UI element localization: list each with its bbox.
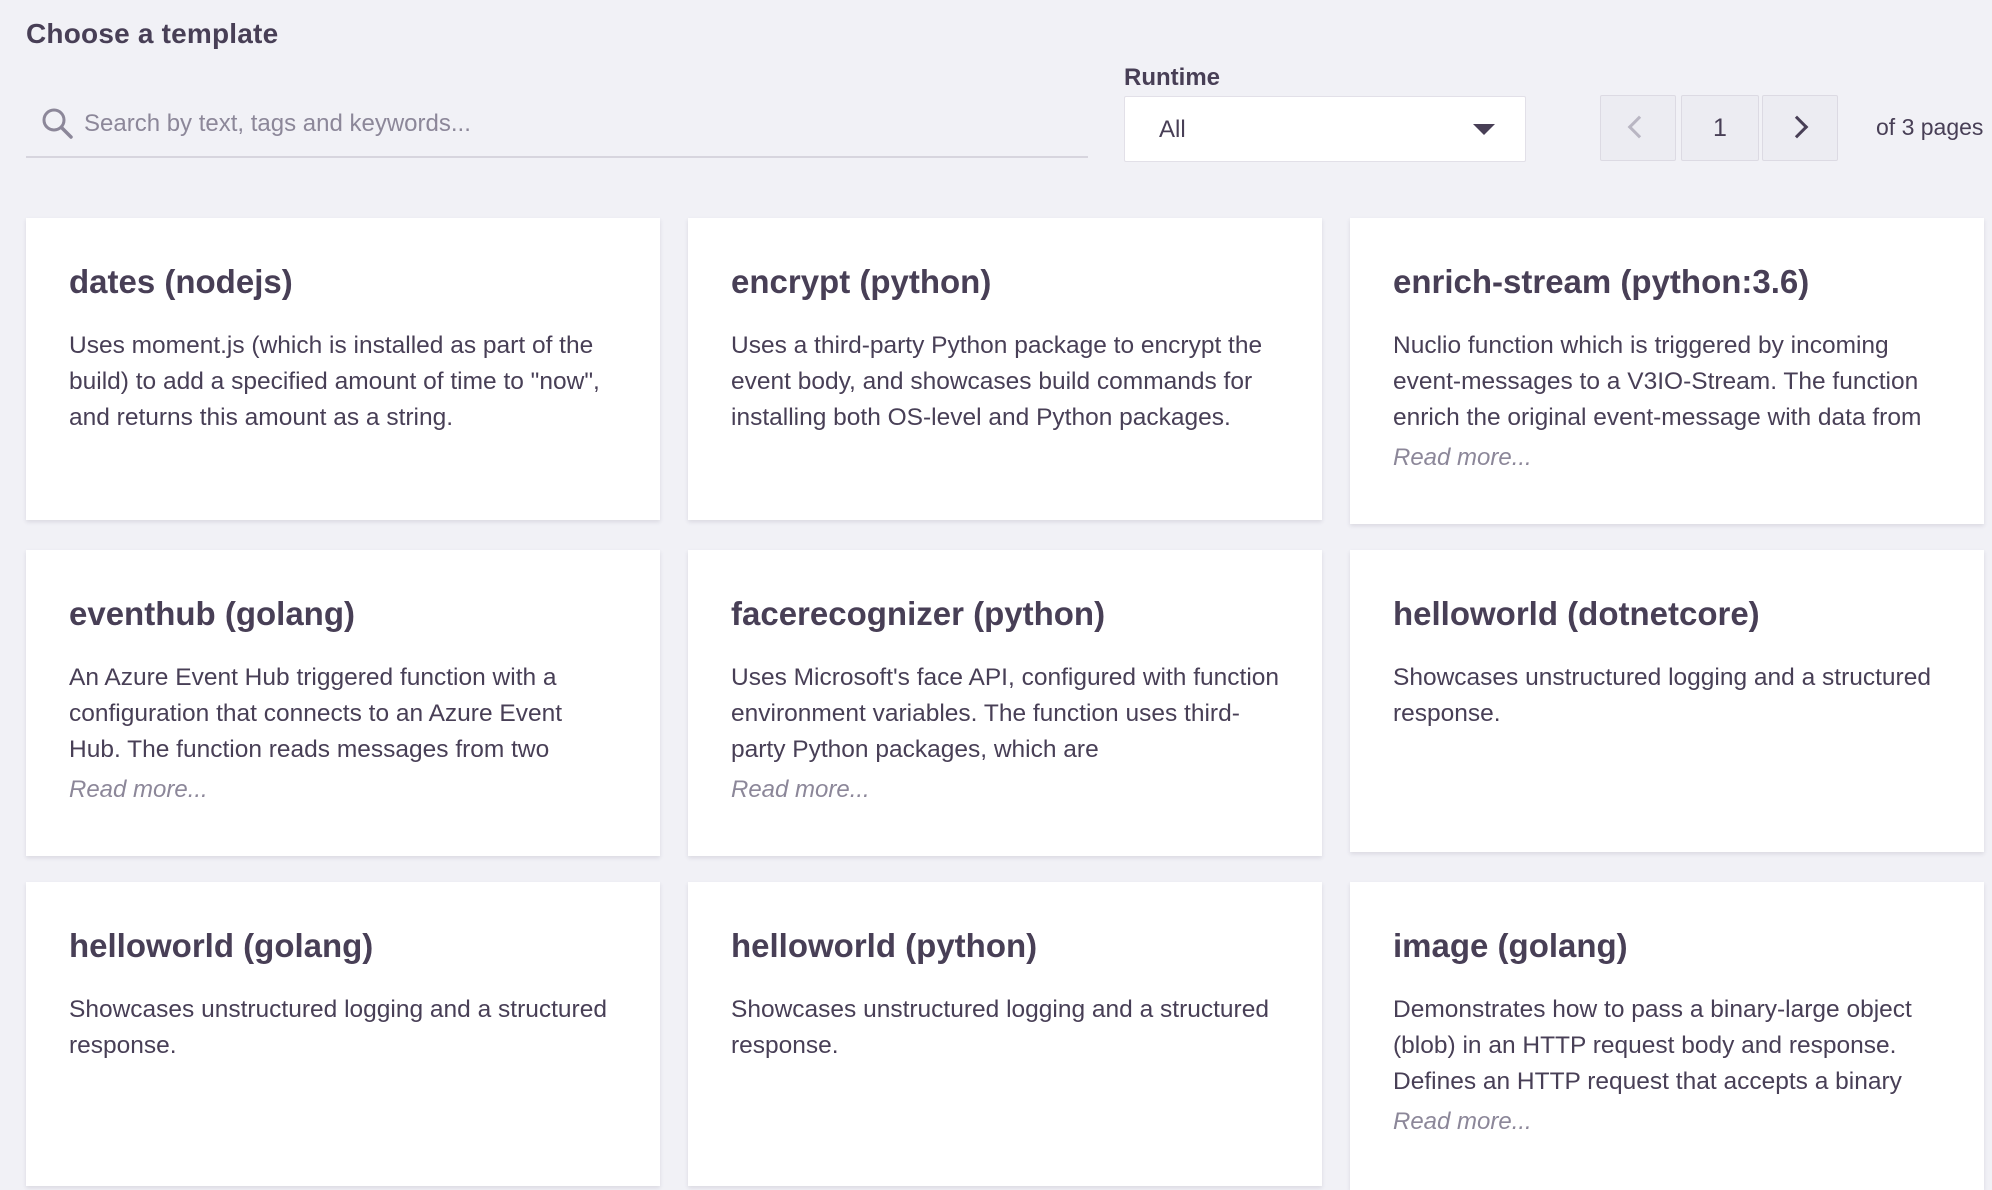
template-card[interactable]: enrich-stream (python:3.6) Nuclio functi… [1350,218,1984,524]
search-icon [42,108,73,139]
card-title: facerecognizer (python) [731,595,1106,632]
runtime-selected-value: All [1159,116,1186,143]
template-card[interactable]: helloworld (dotnetcore) Showcases unstru… [1350,550,1984,852]
template-card[interactable]: helloworld (python) Showcases unstructur… [688,882,1322,1186]
read-more-link[interactable]: Read more... [731,772,1279,808]
template-card[interactable]: encrypt (python) Uses a third-party Pyth… [688,218,1322,520]
card-description: Uses moment.js (which is installed as pa… [69,332,600,431]
card-description: Demonstrates how to pass a binary-large … [1393,996,1912,1095]
read-more-link[interactable]: Read more... [1393,1104,1941,1140]
card-description: Showcases unstructured logging and a str… [69,996,607,1059]
card-description: Uses a third-party Python package to enc… [731,332,1263,431]
runtime-label: Runtime [1124,64,1220,91]
current-page-input[interactable]: 1 [1681,95,1759,161]
chevron-left-icon [1627,115,1651,139]
card-title: dates (nodejs) [69,263,293,300]
previous-page-button[interactable] [1600,95,1676,161]
card-title: image (golang) [1393,927,1628,964]
card-title: encrypt (python) [731,263,992,300]
chevron-right-icon [1785,115,1809,139]
card-description: Uses Microsoft's face API, configured wi… [731,664,1279,763]
template-card[interactable]: facerecognizer (python) Uses Microsoft's… [688,550,1322,856]
search-input[interactable] [84,104,1064,144]
template-card[interactable]: eventhub (golang) An Azure Event Hub tri… [26,550,660,856]
search-bar [26,96,1088,158]
caret-down-icon [1473,124,1495,135]
page-total-label: of 3 pages [1876,114,1984,140]
card-title: eventhub (golang) [69,595,355,632]
card-title: enrich-stream (python:3.6) [1393,263,1810,300]
read-more-link[interactable]: Read more... [1393,440,1941,476]
card-description: Showcases unstructured logging and a str… [731,996,1269,1059]
template-card[interactable]: dates (nodejs) Uses moment.js (which is … [26,218,660,520]
read-more-link[interactable]: Read more... [69,772,617,808]
card-title: helloworld (golang) [69,927,374,964]
card-title: helloworld (dotnetcore) [1393,595,1760,632]
card-description: Showcases unstructured logging and a str… [1393,664,1931,727]
card-title: helloworld (python) [731,927,1038,964]
template-card[interactable]: helloworld (golang) Showcases unstructur… [26,882,660,1186]
runtime-dropdown[interactable]: All [1124,96,1526,162]
next-page-button[interactable] [1762,95,1838,161]
card-description: An Azure Event Hub triggered function wi… [69,664,563,763]
template-card[interactable]: image (golang) Demonstrates how to pass … [1350,882,1984,1190]
page-title: Choose a template [26,18,279,49]
template-chooser: Choose a template Runtime All 1 of 3 pag… [0,0,1992,1190]
card-description: Nuclio function which is triggered by in… [1393,332,1922,431]
